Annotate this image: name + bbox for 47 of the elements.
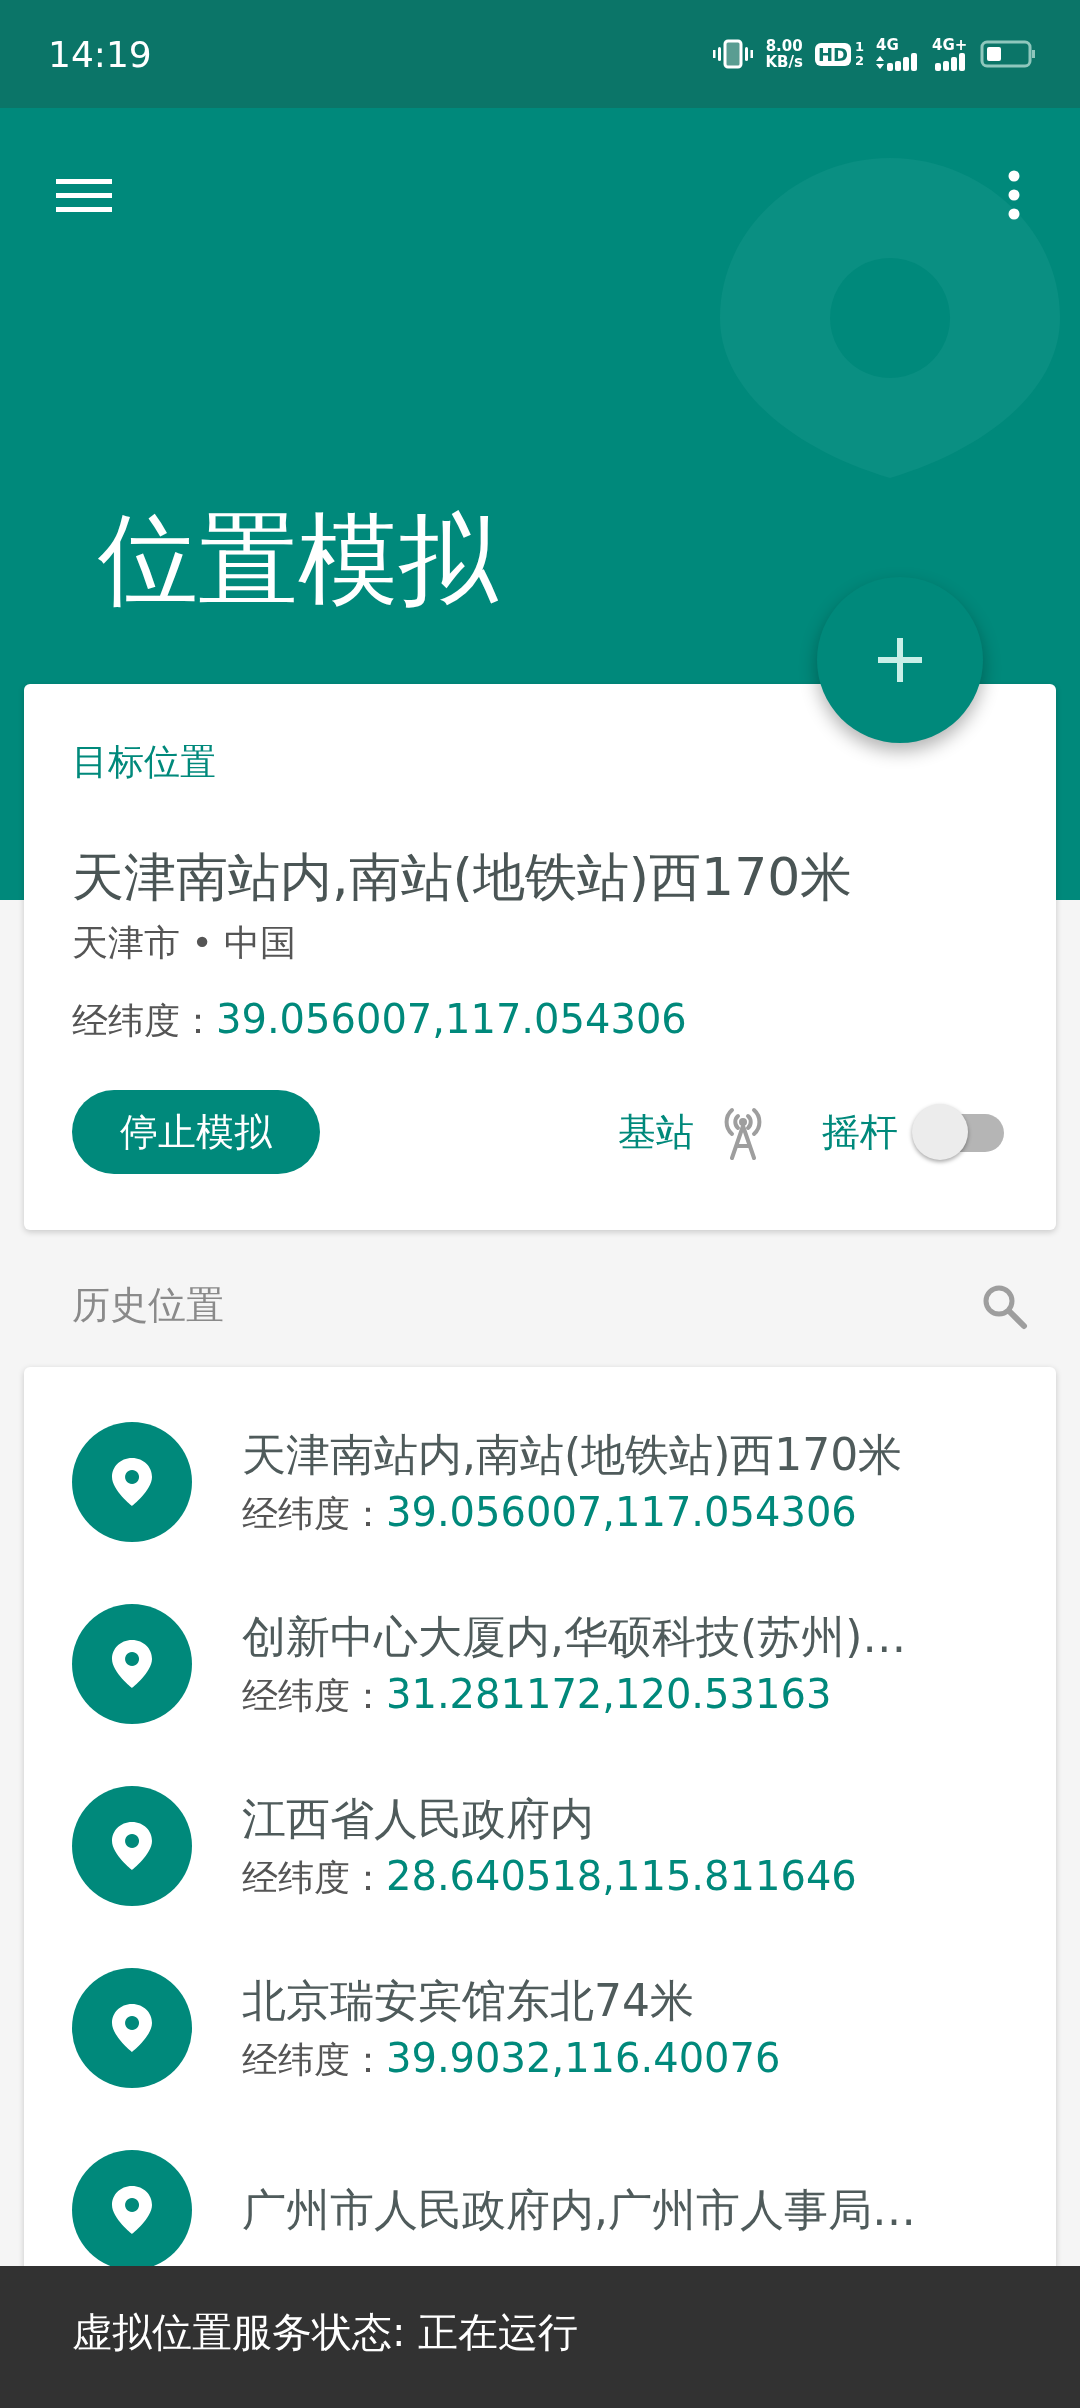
page-title: 位置模拟 <box>98 500 499 620</box>
location-pin-icon <box>72 1604 192 1724</box>
stop-simulation-button[interactable]: 停止模拟 <box>72 1090 320 1174</box>
network-type: 4G+ <box>932 37 968 53</box>
vibrate-icon <box>713 39 754 69</box>
net-unit: KB/s <box>765 54 803 70</box>
signal-icon <box>876 52 920 71</box>
coordinate-value: 39.056007,117.054306 <box>386 1488 857 1535</box>
history-item[interactable]: 创新中心大厦内,华硕科技(苏州)… 经纬度：31.281172,120.53163 <box>24 1585 1056 1767</box>
base-station-label[interactable]: 基站 <box>618 1106 694 1158</box>
signal-icon <box>932 52 968 71</box>
sim-number: 1 <box>854 40 864 54</box>
network-type: 4G <box>876 37 899 53</box>
section-heading: 目标位置 <box>72 740 217 784</box>
history-item[interactable]: 江西省人民政府内 经纬度：28.640518,115.811646 <box>24 1767 1056 1949</box>
coordinate-label: 经纬度： <box>242 2037 386 2082</box>
hd-badge: HD <box>814 42 851 66</box>
sim-number: 2 <box>854 54 864 68</box>
location-name: 创新中心大厦内,华硕科技(苏州)… <box>242 1609 907 1664</box>
history-item[interactable]: 北京瑞安宾馆东北74米 经纬度：39.9032,116.40076 <box>24 1949 1056 2131</box>
more-options-icon[interactable] <box>1008 170 1020 220</box>
add-icon <box>878 638 922 682</box>
location-region: 天津市 • 中国 <box>72 921 298 965</box>
battery-icon <box>980 39 1036 69</box>
snackbar-message: 虚拟位置服务状态: 正在运行 <box>72 2307 579 2357</box>
section-heading: 历史位置 <box>72 1282 224 1329</box>
location-pin-icon <box>72 1786 192 1906</box>
clock: 14:19 <box>48 33 152 75</box>
coordinate-label: 经纬度： <box>72 999 216 1043</box>
history-item[interactable]: 广州市人民政府内,广州市人事局… <box>24 2131 1056 2266</box>
coordinate-label: 经纬度： <box>242 1491 386 1536</box>
location-name: 江西省人民政府内 <box>242 1791 595 1846</box>
history-item[interactable]: 天津南站内,南站(地铁站)西170米 经纬度：39.056007,117.054306 <box>24 1403 1056 1585</box>
coordinate-value: 31.281172,120.53163 <box>386 1670 832 1717</box>
coordinate-label: 经纬度： <box>242 1855 386 1900</box>
location-name: 广州市人民政府内,广州市人事局… <box>242 2182 916 2237</box>
coordinate-value: 28.640518,115.811646 <box>386 1852 857 1899</box>
coordinate-value: 39.9032,116.40076 <box>386 2034 781 2081</box>
coordinate-label: 经纬度： <box>242 1673 386 1718</box>
location-pin-icon <box>72 1968 192 2088</box>
location-pin-icon <box>72 1422 192 1542</box>
location-name: 北京瑞安宾馆东北74米 <box>242 1973 695 2028</box>
joystick-label: 摇杆 <box>822 1108 898 1156</box>
coordinate-value: 39.056007,117.054306 <box>216 996 687 1042</box>
location-name: 天津南站内,南站(地铁站)西170米 <box>72 846 854 909</box>
location-name: 天津南站内,南站(地铁站)西170米 <box>242 1427 903 1482</box>
net-speed: 8.00 <box>765 38 803 54</box>
